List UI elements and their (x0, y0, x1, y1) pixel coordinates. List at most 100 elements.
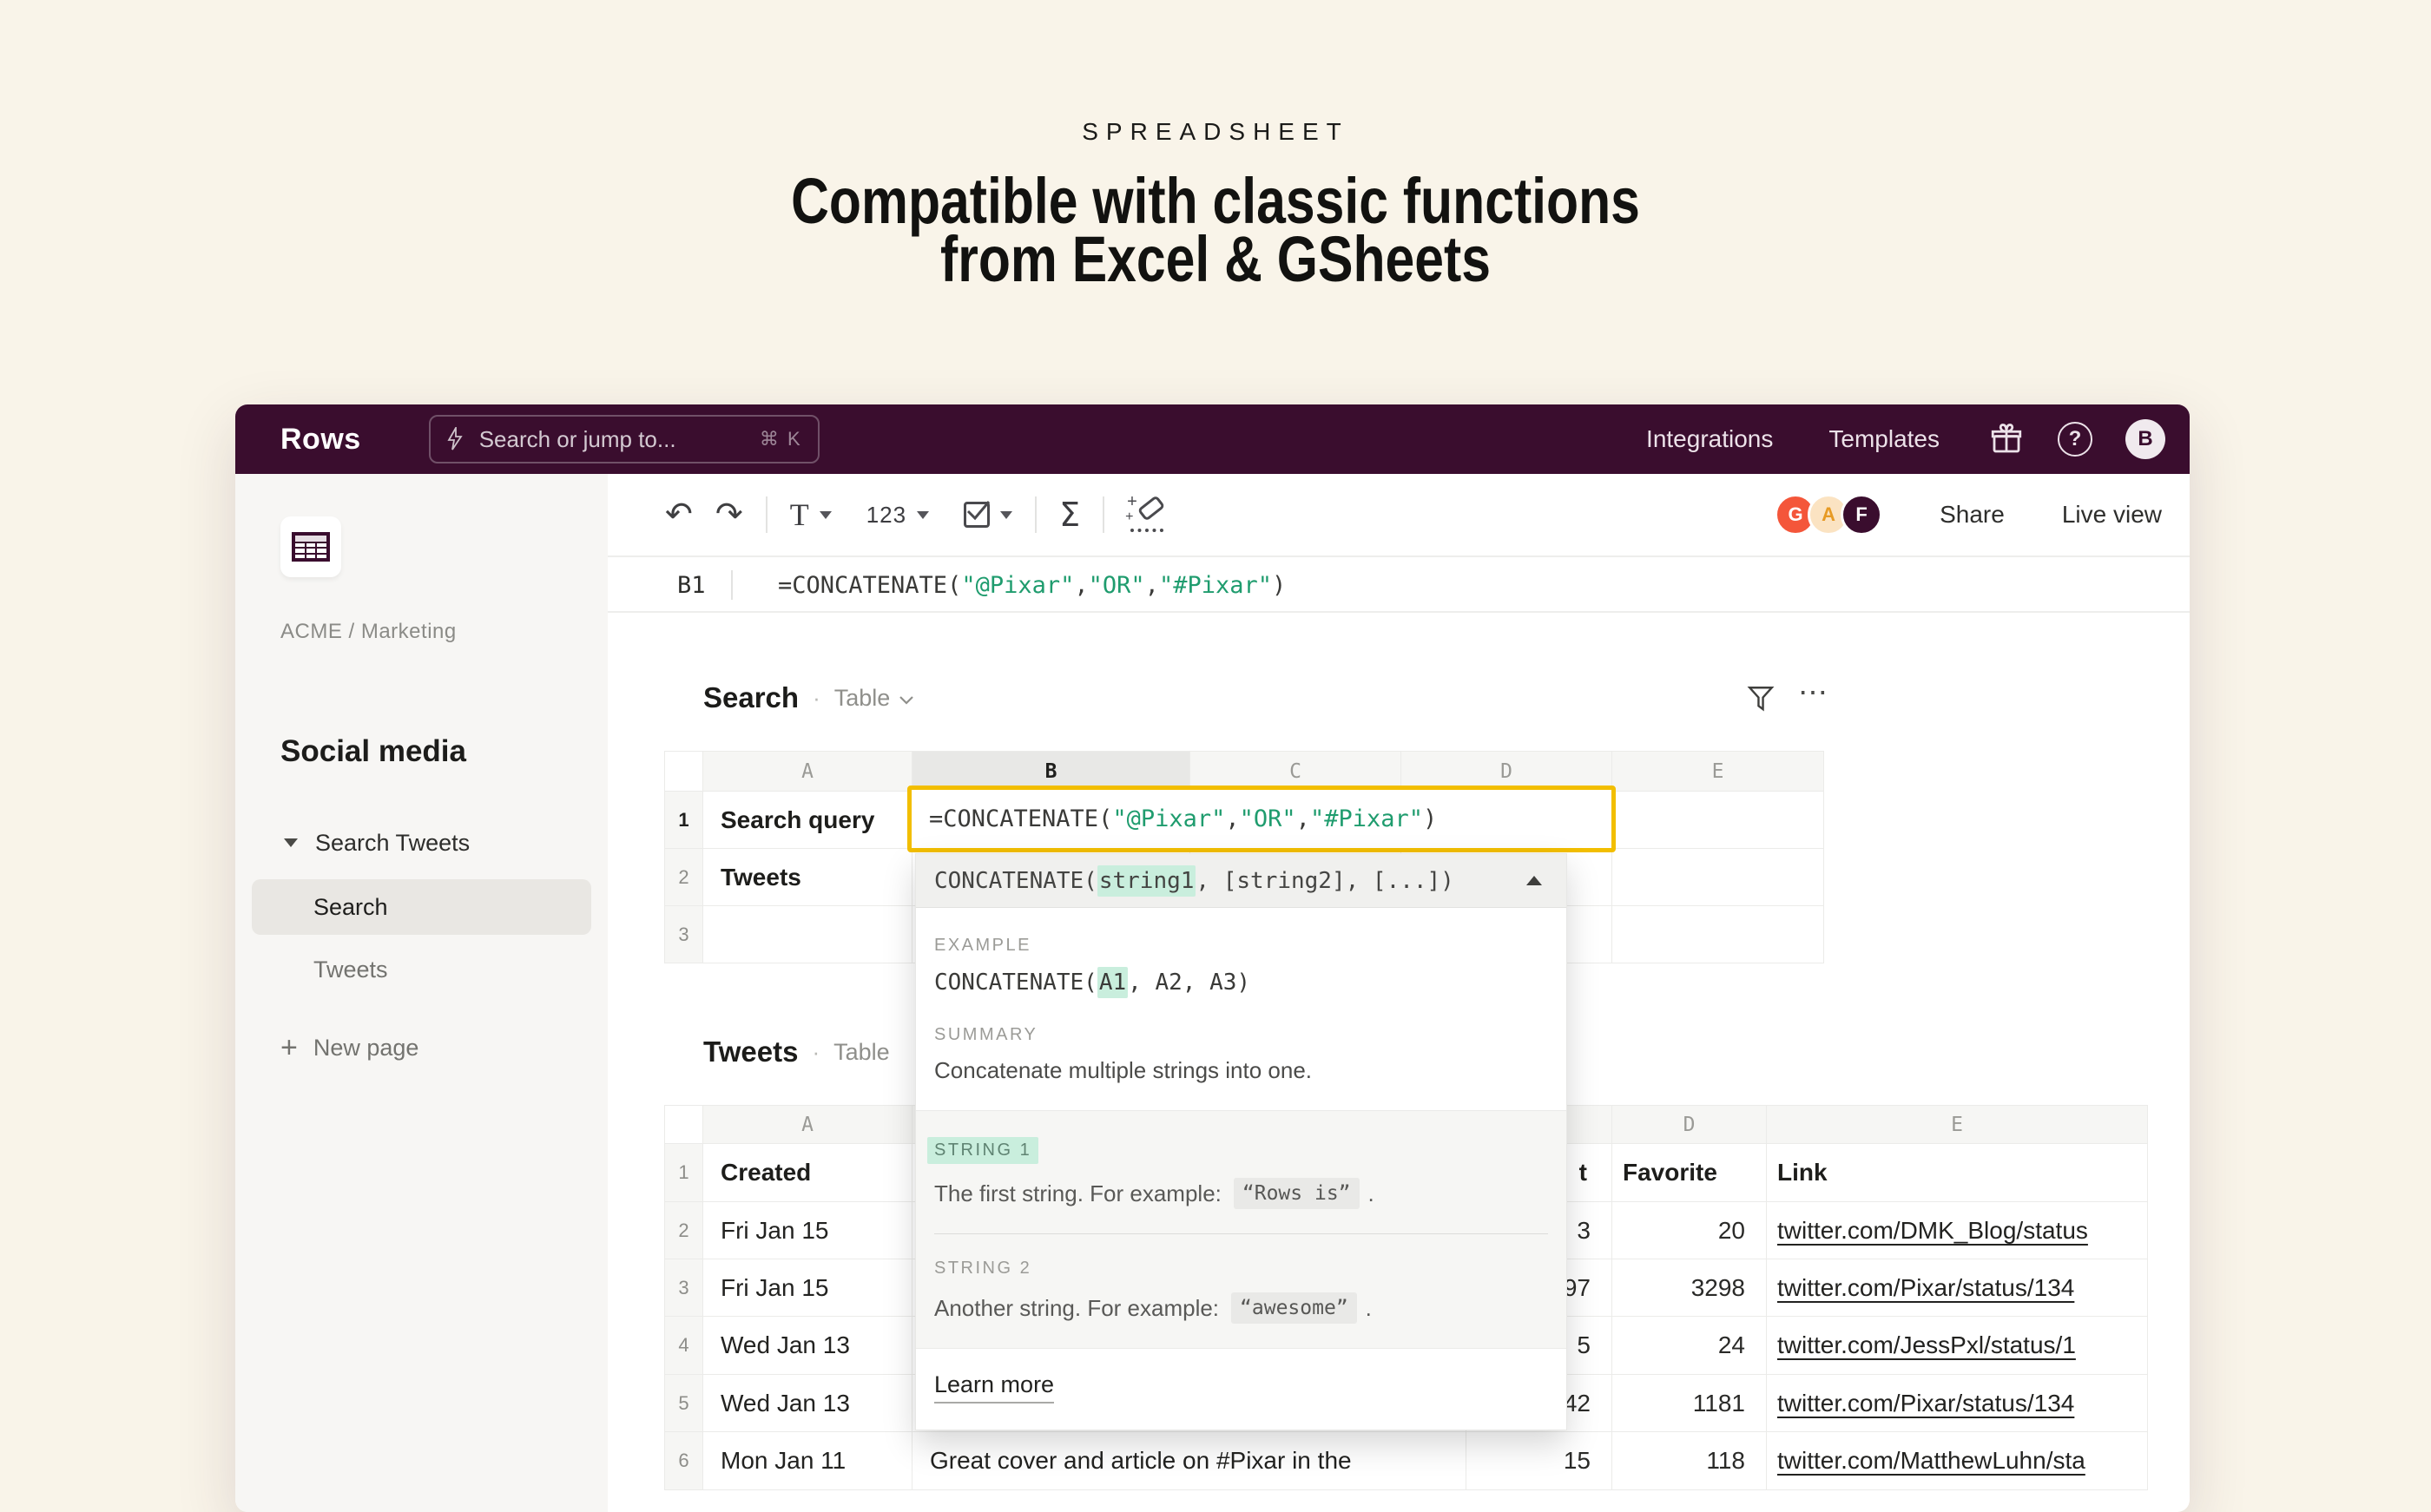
rows-logo[interactable]: Rows (280, 423, 361, 457)
hero-title: Compatible with classic functions from E… (219, 172, 2212, 288)
cell-favorite[interactable]: 118 (1612, 1432, 1767, 1490)
breadcrumb[interactable]: ACME / Marketing (280, 620, 457, 644)
number-format-icon: 123 (866, 502, 906, 529)
row-header[interactable]: 3 (665, 906, 703, 963)
functions-button[interactable]: Σ (1059, 496, 1080, 534)
param2-example-chip: “awesome” (1231, 1292, 1357, 1324)
workspace-title: Social media (280, 734, 466, 769)
cell-link[interactable]: twitter.com/Pixar/status/134 (1767, 1259, 2148, 1317)
nav-integrations[interactable]: Integrations (1646, 425, 1773, 453)
formula-text[interactable]: =CONCATENATE("@Pixar","OR","#Pixar") (778, 572, 1286, 599)
formula-bar[interactable]: B1 =CONCATENATE("@Pixar","OR","#Pixar") (608, 559, 2190, 613)
active-parameter-highlight: string1 (1097, 865, 1196, 897)
cell-favorite[interactable]: 24 (1612, 1317, 1767, 1375)
cell-retweet[interactable]: 15 (1466, 1432, 1612, 1490)
cell-a2[interactable]: Tweets (703, 849, 912, 906)
hero-title-line2: from Excel & GSheets (219, 230, 2212, 288)
account-avatar[interactable]: B (2125, 419, 2165, 459)
gift-icon[interactable] (1988, 421, 2025, 457)
cell-favorite[interactable]: 1181 (1612, 1375, 1767, 1432)
table-menu-button[interactable]: ⋯ (1798, 675, 1829, 710)
row-header[interactable]: 5 (665, 1375, 703, 1432)
cell-link[interactable]: twitter.com/Pixar/status/134 (1767, 1375, 2148, 1432)
column-header-e[interactable]: E (1767, 1106, 2148, 1144)
view-type-selector[interactable]: Table (834, 685, 891, 712)
search-shortcut: ⌘ K (760, 428, 802, 450)
cell-created[interactable]: Fri Jan 15 (703, 1259, 912, 1317)
cell-e1[interactable] (1612, 792, 1824, 849)
header-cell-created[interactable]: Created (703, 1144, 912, 1202)
cell-link[interactable]: twitter.com/DMK_Blog/status (1767, 1202, 2148, 1259)
row-header[interactable]: 2 (665, 1202, 703, 1259)
chevron-down-icon (899, 695, 914, 706)
checkbox-menu-button[interactable] (964, 502, 1012, 528)
row-header[interactable]: 1 (665, 1144, 703, 1202)
number-format-button[interactable]: 123 (866, 502, 929, 529)
undo-button[interactable]: ↶ (665, 498, 693, 531)
param1-example-chip: “Rows is” (1234, 1178, 1360, 1209)
sidebar-group-search-tweets[interactable]: Search Tweets (235, 825, 608, 860)
cell-favorite[interactable]: 20 (1612, 1202, 1767, 1259)
cell-created[interactable]: Mon Jan 11 (703, 1432, 912, 1490)
column-header-d[interactable]: D (1612, 1106, 1767, 1144)
column-header-a[interactable]: A (703, 1106, 912, 1144)
search-input[interactable]: Search or jump to... ⌘ K (429, 415, 820, 463)
header-cell-link[interactable]: Link (1767, 1144, 2148, 1202)
cell-created[interactable]: Wed Jan 13 (703, 1317, 912, 1375)
cell-formula-text: =CONCATENATE("@Pixar","OR","#Pixar") (929, 805, 1437, 832)
help-icon[interactable]: ? (2058, 422, 2092, 457)
cell-a3[interactable] (703, 906, 912, 963)
collapse-triangle-icon[interactable] (1526, 876, 1542, 885)
cell-link[interactable]: twitter.com/JessPxl/status/1 (1767, 1317, 2148, 1375)
text-format-button[interactable]: T (790, 496, 832, 533)
corner-cell[interactable] (665, 1106, 703, 1144)
cell-created[interactable]: Wed Jan 13 (703, 1375, 912, 1432)
cell-favorite[interactable]: 3298 (1612, 1259, 1767, 1317)
avatar[interactable]: F (1841, 494, 1882, 536)
cell-a1[interactable]: Search query (703, 792, 912, 849)
clear-formatting-button[interactable]: + + (1127, 496, 1165, 534)
param2-description: Another string. For example:“awesome”. (934, 1292, 1548, 1324)
editing-cell-b1[interactable]: =CONCATENATE("@Pixar","OR","#Pixar") (907, 786, 1616, 852)
header-cell-favorite[interactable]: Favorite (1612, 1144, 1767, 1202)
search-placeholder: Search or jump to... (479, 426, 676, 453)
row-header[interactable]: 2 (665, 849, 703, 906)
cell-created[interactable]: Fri Jan 15 (703, 1202, 912, 1259)
toolbar-divider (1103, 496, 1104, 533)
page: SPREADSHEET Compatible with classic func… (0, 0, 2431, 1512)
hero-title-line1: Compatible with classic functions (219, 172, 2212, 230)
sidebar-item-tweets[interactable]: Tweets (235, 950, 608, 989)
row-header[interactable]: 1 (665, 792, 703, 849)
plus-icon: + (280, 1033, 298, 1062)
funnel-icon (1746, 684, 1775, 713)
text-format-icon: T (790, 496, 809, 533)
sidebar-item-label: Search (313, 894, 388, 921)
column-header-a[interactable]: A (703, 752, 912, 792)
learn-more-link[interactable]: Learn more (934, 1371, 1054, 1404)
new-page-button[interactable]: + New page (235, 1028, 608, 1068)
filter-button[interactable] (1746, 684, 1775, 713)
param2-label: STRING 2 (934, 1259, 1031, 1279)
sparkle-icon: + (1125, 509, 1133, 525)
column-header-e[interactable]: E (1612, 752, 1824, 792)
cell-reference[interactable]: B1 (677, 572, 731, 599)
nav-templates[interactable]: Templates (1828, 425, 1940, 453)
workspace-icon-card[interactable] (280, 516, 341, 577)
row-header[interactable]: 4 (665, 1317, 703, 1375)
cell-text[interactable]: Great cover and article on #Pixar in the (912, 1432, 1466, 1490)
redo-button[interactable]: ↷ (715, 498, 743, 531)
cell-e3[interactable] (1612, 906, 1824, 963)
row-header[interactable]: 6 (665, 1432, 703, 1490)
sidebar-item-search[interactable]: Search (252, 879, 591, 935)
live-view-button[interactable]: Live view (2062, 501, 2162, 529)
view-type-selector[interactable]: Table (833, 1039, 890, 1066)
row-header[interactable]: 3 (665, 1259, 703, 1317)
corner-cell[interactable] (665, 752, 703, 792)
sidebar: ACME / Marketing Social media Search Twe… (235, 474, 608, 1512)
share-button[interactable]: Share (1940, 501, 2005, 529)
cell-e2[interactable] (1612, 849, 1824, 906)
function-details: EXAMPLE CONCATENATE(A1, A2, A3) SUMMARY … (916, 908, 1566, 1110)
cell-link[interactable]: twitter.com/MatthewLuhn/sta (1767, 1432, 2148, 1490)
function-signature-row[interactable]: CONCATENATE(string1, [string2], [...]) (916, 854, 1566, 908)
spreadsheet-icon (292, 532, 330, 562)
